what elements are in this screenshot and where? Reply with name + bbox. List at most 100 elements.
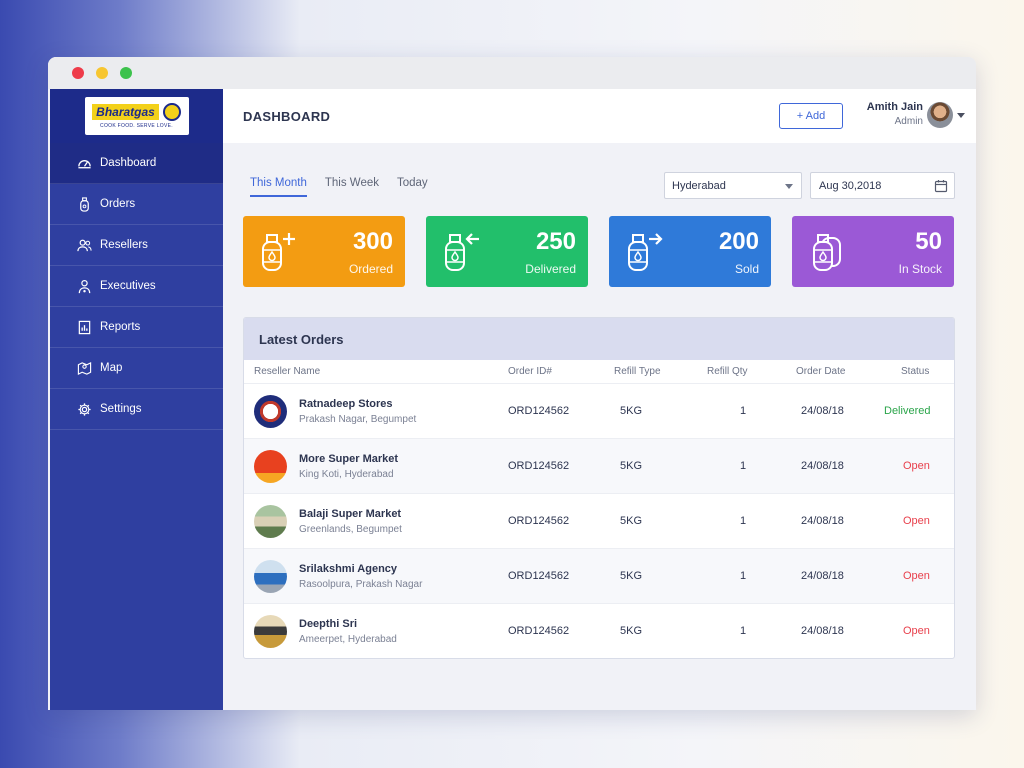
table-row[interactable]: Srilakshmi Agency Rasoolpura, Prakash Nag… xyxy=(244,549,954,604)
sidebar-item-label: Dashboard xyxy=(100,157,157,169)
sidebar-item-map[interactable]: Map xyxy=(50,348,223,389)
map-icon xyxy=(76,360,92,376)
browser-window: Bharatgas COOK FOOD. SERVE LOVE. Dashboa… xyxy=(48,57,976,710)
orders-table-body: Ratnadeep Stores Prakash Nagar, Begumpet O… xyxy=(244,384,954,658)
refill-type: 5KG xyxy=(620,515,643,527)
add-button[interactable]: + Add xyxy=(779,103,843,129)
sidebar-item-orders[interactable]: Orders xyxy=(50,184,223,225)
refill-qty: 1 xyxy=(740,460,747,472)
calendar-icon[interactable] xyxy=(934,179,948,193)
cylinder-plus-icon xyxy=(259,230,299,274)
order-id: ORD124562 xyxy=(508,625,570,637)
refill-type: 5KG xyxy=(620,405,643,417)
reseller-name[interactable]: More Super Market xyxy=(299,453,398,465)
column-header[interactable]: Reseller Name xyxy=(254,366,320,377)
user-role: Admin xyxy=(894,116,923,127)
status-badge: Open xyxy=(903,460,930,472)
cylinder-in-icon xyxy=(442,230,482,274)
order-id: ORD124562 xyxy=(508,515,570,527)
sidebar: Bharatgas COOK FOOD. SERVE LOVE. Dashboa… xyxy=(50,89,223,710)
tab-this-week[interactable]: This Week xyxy=(325,177,379,197)
stat-card-delivered[interactable]: 250 Delivered xyxy=(426,216,588,287)
tab-today[interactable]: Today xyxy=(397,177,428,197)
refill-qty: 1 xyxy=(740,405,747,417)
sidebar-item-reports[interactable]: Reports xyxy=(50,307,223,348)
sidebar-item-resellers[interactable]: Resellers xyxy=(50,225,223,266)
order-date: 24/08/18 xyxy=(801,625,844,637)
gas-cylinder-icon xyxy=(76,196,92,212)
stat-card-sold[interactable]: 200 Sold xyxy=(609,216,771,287)
sidebar-item-label: Resellers xyxy=(100,239,148,251)
chevron-down-icon xyxy=(785,184,793,189)
refill-type: 5KG xyxy=(620,625,643,637)
minimize-window-button[interactable] xyxy=(96,67,108,79)
speedometer-icon xyxy=(76,155,92,171)
reseller-name[interactable]: Srilakshmi Agency xyxy=(299,563,397,575)
sidebar-item-executives[interactable]: Executives xyxy=(50,266,223,307)
order-id: ORD124562 xyxy=(508,460,570,472)
report-icon xyxy=(76,319,92,335)
column-header[interactable]: Order Date xyxy=(796,366,845,377)
reseller-avatar xyxy=(254,615,287,648)
column-header[interactable]: Status xyxy=(901,366,929,377)
main-content: DASHBOARD + Add Amith Jain Admin This Mo… xyxy=(223,89,976,710)
status-badge: Open xyxy=(903,625,930,637)
sidebar-nav: Dashboard Orders Resellers Executives Report… xyxy=(50,143,223,430)
executive-icon xyxy=(76,278,92,294)
city-select[interactable]: Hyderabad xyxy=(664,172,802,199)
reseller-name[interactable]: Deepthi Sri xyxy=(299,618,357,630)
stat-label: Ordered xyxy=(348,262,393,276)
reseller-avatar xyxy=(254,395,287,428)
order-date: 24/08/18 xyxy=(801,460,844,472)
column-header[interactable]: Refill Type xyxy=(614,366,661,377)
table-row[interactable]: Balaji Super Market Greenlands, Begumpet O… xyxy=(244,494,954,549)
bpcl-emblem-icon xyxy=(162,103,181,121)
gear-icon xyxy=(76,401,92,417)
brand-name: Bharatgas xyxy=(92,104,159,120)
order-date: 24/08/18 xyxy=(801,515,844,527)
table-row[interactable]: More Super Market King Koti, Hyderabad ORD… xyxy=(244,439,954,494)
table-row[interactable]: Deepthi Sri Ameerpet, Hyderabad ORD124562 5… xyxy=(244,604,954,658)
date-picker-value: Aug 30,2018 xyxy=(819,179,882,192)
date-picker[interactable]: Aug 30,2018 xyxy=(810,172,955,199)
chevron-down-icon[interactable] xyxy=(957,113,965,118)
sidebar-item-settings[interactable]: Settings xyxy=(50,389,223,430)
column-header[interactable]: Order ID# xyxy=(508,366,552,377)
page-title: DASHBOARD xyxy=(243,108,331,124)
status-badge: Open xyxy=(903,570,930,582)
latest-orders-panel: Latest Orders Reseller Name Order ID# Refi… xyxy=(243,317,955,659)
stat-card-ordered[interactable]: 300 Ordered xyxy=(243,216,405,287)
order-id: ORD124562 xyxy=(508,570,570,582)
avatar[interactable] xyxy=(927,102,953,128)
user-info[interactable]: Amith Jain Admin xyxy=(863,101,923,127)
users-icon xyxy=(76,237,92,253)
reseller-name[interactable]: Ratnadeep Stores xyxy=(299,398,393,410)
stat-card-in-stock[interactable]: 50 In Stock xyxy=(792,216,954,287)
maximize-window-button[interactable] xyxy=(120,67,132,79)
stat-label: In Stock xyxy=(898,262,942,276)
latest-orders-title: Latest Orders xyxy=(244,318,954,360)
sidebar-item-dashboard[interactable]: Dashboard xyxy=(50,143,223,184)
reseller-name[interactable]: Balaji Super Market xyxy=(299,508,401,520)
stat-value: 300 xyxy=(352,228,393,255)
reseller-address: Prakash Nagar, Begumpet xyxy=(299,414,417,425)
column-header[interactable]: Refill Qty xyxy=(707,366,748,377)
close-window-button[interactable] xyxy=(72,67,84,79)
order-date: 24/08/18 xyxy=(801,405,844,417)
stat-value: 200 xyxy=(718,228,759,255)
status-badge: Open xyxy=(903,515,930,527)
table-row[interactable]: Ratnadeep Stores Prakash Nagar, Begumpet O… xyxy=(244,384,954,439)
brand-logo-area[interactable]: Bharatgas COOK FOOD. SERVE LOVE. xyxy=(50,89,223,143)
reseller-avatar xyxy=(254,505,287,538)
reseller-avatar xyxy=(254,450,287,483)
tab-this-month[interactable]: This Month xyxy=(250,177,307,197)
order-date: 24/08/18 xyxy=(801,570,844,582)
refill-type: 5KG xyxy=(620,570,643,582)
refill-qty: 1 xyxy=(740,570,747,582)
order-id: ORD124562 xyxy=(508,405,570,417)
period-tabs: This Month This Week Today xyxy=(250,177,428,197)
top-bar: DASHBOARD + Add Amith Jain Admin xyxy=(223,89,976,143)
user-name: Amith Jain xyxy=(866,101,923,113)
window-titlebar xyxy=(48,57,976,89)
brand-logo: Bharatgas COOK FOOD. SERVE LOVE. xyxy=(84,97,189,135)
